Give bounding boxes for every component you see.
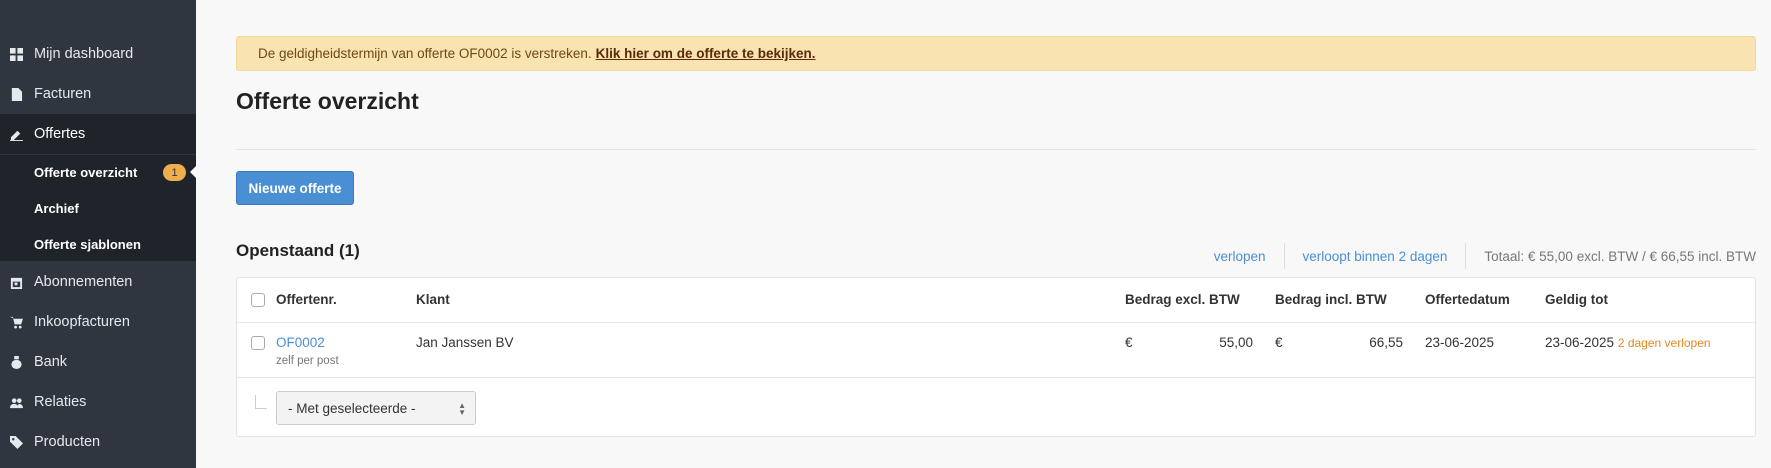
- subnav-item-archief[interactable]: Archief: [34, 196, 79, 220]
- filter-expired-link[interactable]: verlopen: [1214, 249, 1266, 264]
- valid-until-date: 23-06-2025: [1545, 335, 1615, 350]
- sidebar-item-label: Bank: [34, 354, 68, 370]
- delivery-method: zelf per post: [276, 355, 339, 367]
- sidebar-item-label: Relaties: [34, 394, 87, 410]
- sidebar-item-label: Producten: [34, 434, 101, 450]
- filter-separator: [1465, 243, 1467, 269]
- quote-number-link[interactable]: OF0002: [276, 335, 325, 350]
- sidebar-item-abonnementen[interactable]: Abonnementen: [0, 262, 196, 302]
- subnav-item-offerte-overzicht[interactable]: Offerte overzicht: [34, 160, 137, 184]
- filter-separator: [1283, 243, 1285, 269]
- sidebar-item-producten[interactable]: Producten: [0, 422, 196, 462]
- count-badge: 1: [163, 164, 186, 181]
- bulk-action-select[interactable]: - Met geselecteerde - ▲ ▼: [276, 391, 476, 425]
- quotes-table: Offertenr. Klant Bedrag excl. BTW Bedrag…: [236, 277, 1756, 437]
- column-header-client[interactable]: Klant: [416, 292, 450, 307]
- divider: [236, 149, 1756, 150]
- total-summary: Totaal: € 55,00 excl. BTW / € 66,55 incl…: [1484, 248, 1756, 264]
- column-header-number[interactable]: Offertenr.: [276, 292, 337, 307]
- column-header-date[interactable]: Offertedatum: [1425, 292, 1510, 307]
- subnav-item-offerte-sjablonen[interactable]: Offerte sjablonen: [34, 232, 141, 256]
- cart-icon: [9, 315, 23, 329]
- filter-bar: verlopen verloopt binnen 2 dagen Totaal:…: [1214, 243, 1756, 269]
- sidebar-item-bank[interactable]: Bank: [0, 342, 196, 382]
- active-indicator: [190, 166, 196, 178]
- select-all-checkbox[interactable]: [251, 293, 265, 307]
- tag-icon: [9, 435, 23, 449]
- sidebar-item-dashboard[interactable]: Mijn dashboard: [0, 34, 196, 74]
- filter-expiring-link[interactable]: verloopt binnen 2 dagen: [1303, 249, 1448, 264]
- client-name: Jan Janssen BV: [416, 335, 514, 350]
- sidebar-item-label: Mijn dashboard: [34, 46, 134, 62]
- expiry-alert: De geldigheidstermijn van offerte OF0002…: [236, 36, 1756, 71]
- sidebar-item-label: Offertes: [34, 126, 86, 142]
- money-bag-icon: [9, 355, 23, 369]
- bulk-corner-indicator: [255, 395, 267, 409]
- section-title: Openstaand (1): [236, 241, 360, 260]
- expired-status: 2 dagen verlopen: [1617, 336, 1711, 350]
- pencil-icon: [9, 127, 23, 141]
- sidebar-item-facturen[interactable]: Facturen: [0, 74, 196, 114]
- sidebar-item-relaties[interactable]: Relaties: [0, 382, 196, 422]
- currency-symbol: €: [1275, 335, 1283, 350]
- page-title: Offerte overzicht: [236, 88, 419, 114]
- column-header-valid[interactable]: Geldig tot: [1545, 292, 1608, 307]
- calendar-icon: [9, 275, 23, 289]
- row-divider: [237, 377, 1755, 378]
- row-checkbox[interactable]: [251, 336, 265, 350]
- alert-link[interactable]: Klik hier om de offerte te bekijken.: [596, 46, 816, 61]
- quote-date: 23-06-2025: [1425, 335, 1495, 350]
- currency-symbol: €: [1125, 335, 1133, 350]
- sidebar: Mijn dashboard Facturen Offertes Offerte…: [0, 0, 196, 468]
- sidebar-item-offertes[interactable]: Offertes: [0, 114, 196, 154]
- valid-until-cell: 23-06-2025 2 dagen verlopen: [1545, 335, 1711, 350]
- sidebar-item-inkoopfacturen[interactable]: Inkoopfacturen: [0, 302, 196, 342]
- alert-text: De geldigheidstermijn van offerte OF0002…: [258, 46, 592, 61]
- users-icon: [9, 395, 23, 409]
- sidebar-item-label: Inkoopfacturen: [34, 314, 130, 330]
- column-header-incl[interactable]: Bedrag incl. BTW: [1275, 292, 1387, 307]
- amount-incl: 66,55: [1369, 335, 1403, 350]
- sidebar-item-label: Abonnementen: [34, 274, 133, 290]
- new-quote-button[interactable]: Nieuwe offerte: [236, 171, 354, 205]
- sidebar-item-label: Facturen: [34, 86, 92, 102]
- grid-icon: [9, 47, 23, 61]
- row-divider: [237, 322, 1755, 323]
- select-arrows-icon: ▲ ▼: [458, 401, 466, 417]
- amount-excl: 55,00: [1219, 335, 1253, 350]
- bulk-action-value: - Met geselecteerde -: [288, 400, 416, 416]
- file-icon: [9, 87, 23, 101]
- column-header-excl[interactable]: Bedrag excl. BTW: [1125, 292, 1240, 307]
